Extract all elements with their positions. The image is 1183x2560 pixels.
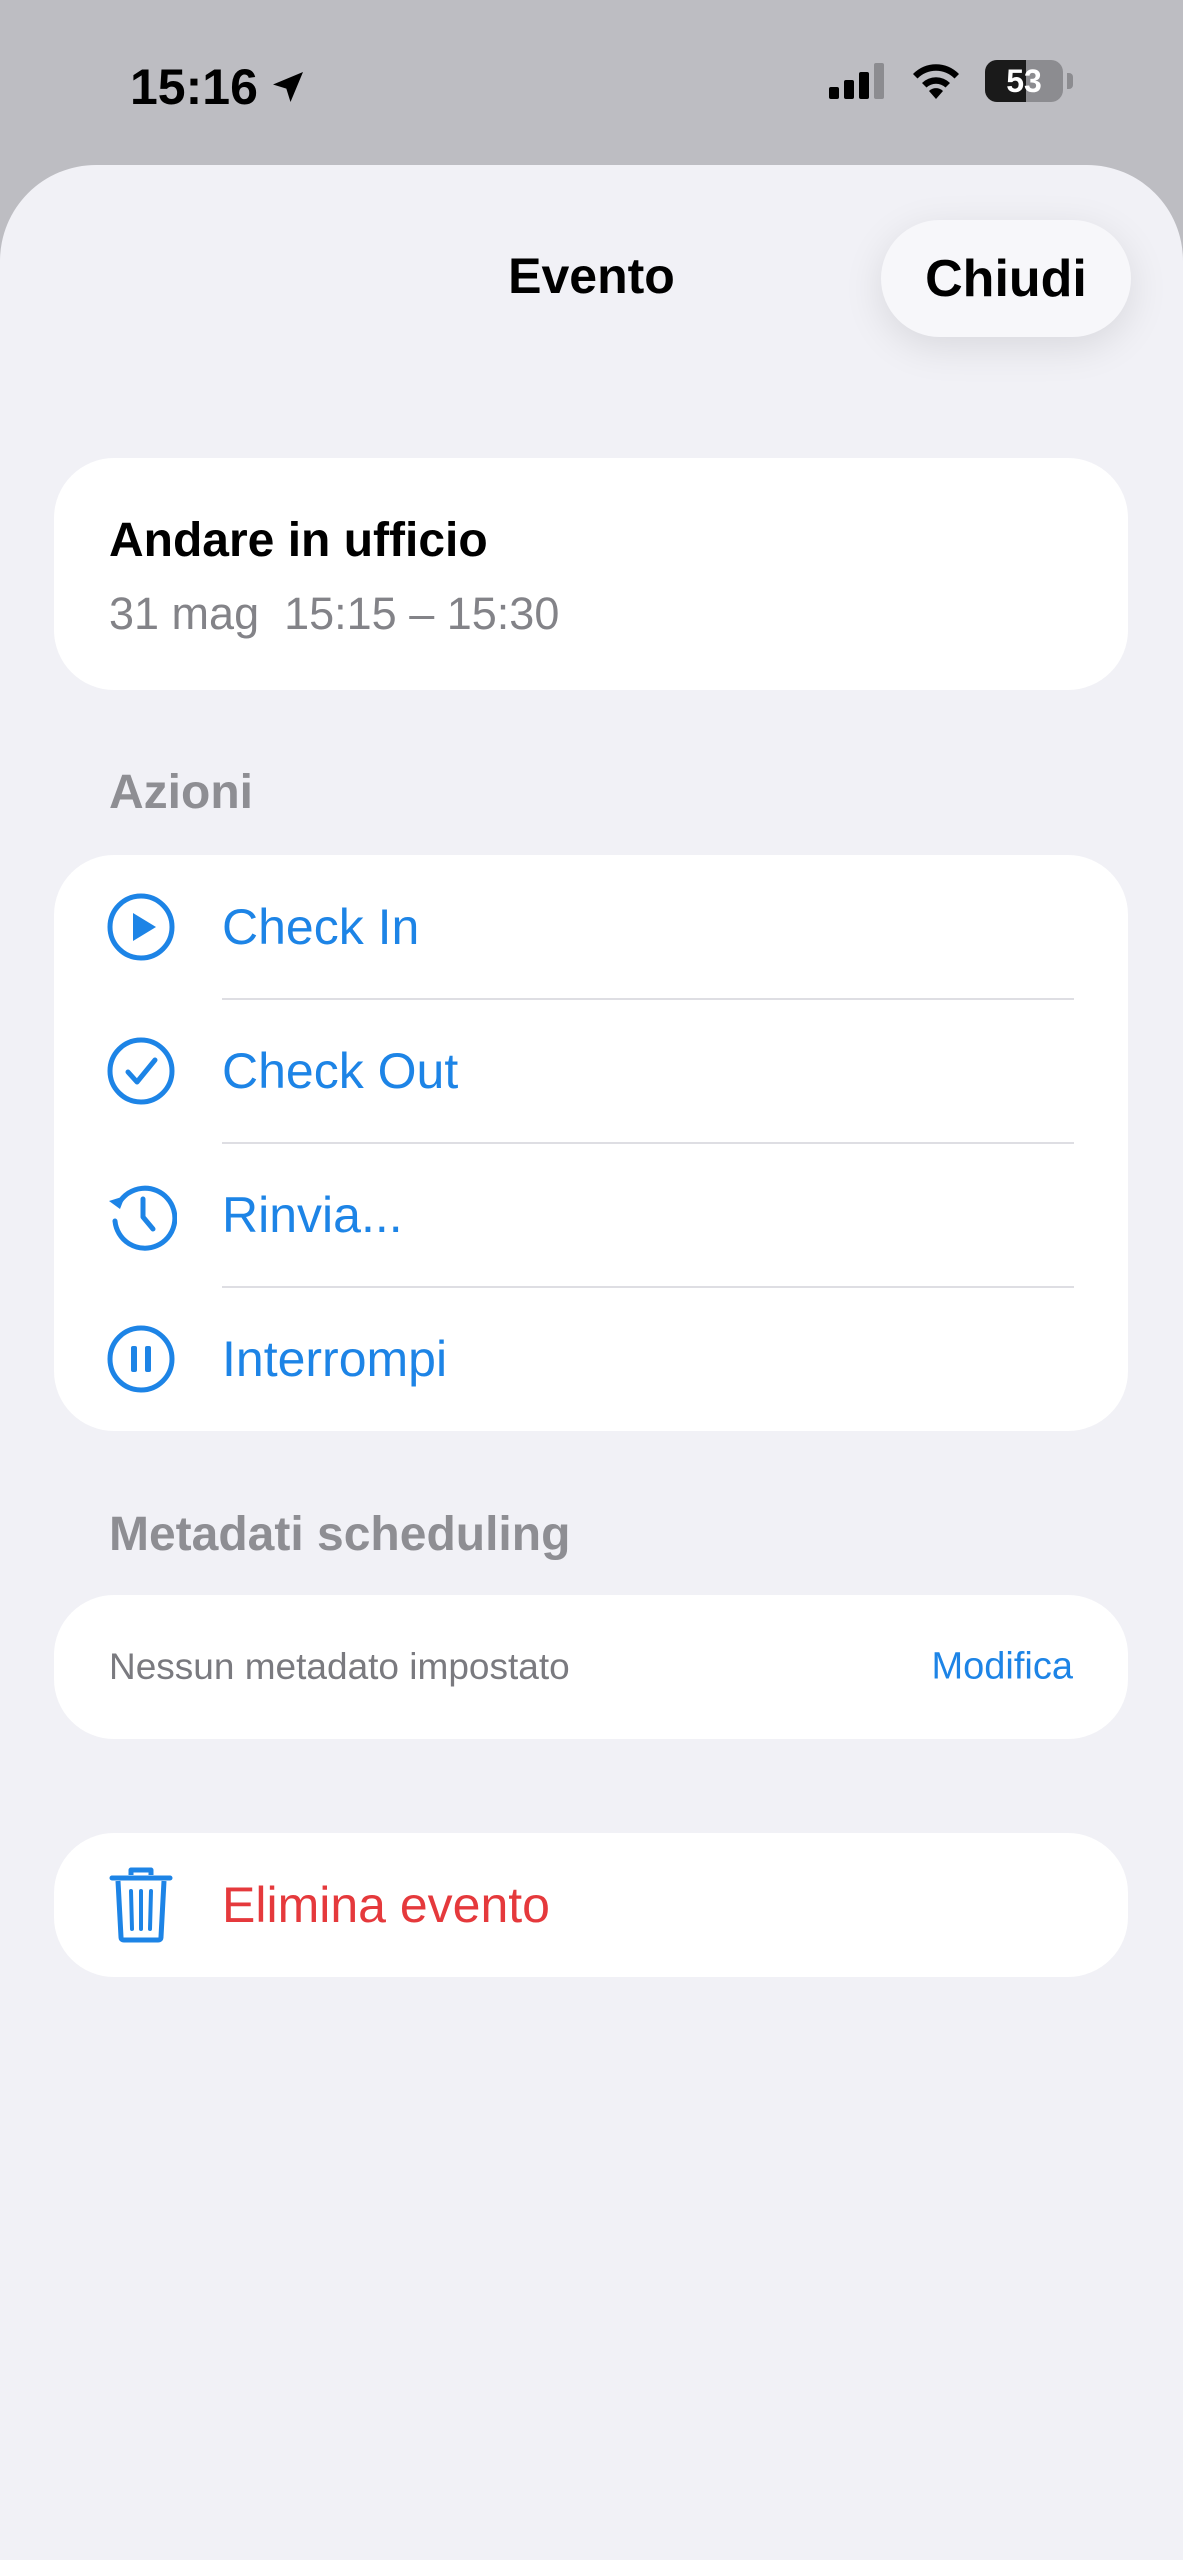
- play-circle-icon: [105, 891, 177, 963]
- delete-event-button[interactable]: Elimina evento: [54, 1833, 1128, 1977]
- status-bar: 15:16 53: [0, 0, 1183, 165]
- edit-metadata-button[interactable]: Modifica: [932, 1646, 1074, 1689]
- clock-text: 15:16: [130, 59, 258, 115]
- event-time: 31 mag 15:15 – 15:30: [109, 588, 560, 639]
- status-indicators: 53: [829, 60, 1073, 102]
- check-out-label: Check Out: [222, 1043, 459, 1099]
- metadata-empty-text: Nessun metadato impostato: [109, 1646, 570, 1687]
- metadata-card: Nessun metadato impostato Modifica: [54, 1595, 1128, 1739]
- status-time: 15:16: [130, 58, 308, 116]
- delete-event-label: Elimina evento: [222, 1877, 550, 1933]
- interrupt-label: Interrompi: [222, 1331, 448, 1387]
- wifi-icon: [913, 64, 959, 99]
- clock-history-icon: [105, 1179, 177, 1251]
- location-arrow-icon: [272, 72, 303, 102]
- metadata-header: Metadati scheduling: [109, 1508, 571, 1561]
- interrupt-button[interactable]: Interrompi: [54, 1287, 1128, 1431]
- battery-level: 53: [1006, 62, 1042, 99]
- signal-icon: [829, 63, 884, 99]
- battery-tip: [1067, 73, 1073, 89]
- actions-card: Check In Check Out Rinvia... Interrompi: [54, 855, 1128, 1431]
- pause-circle-icon: [105, 1323, 177, 1395]
- check-in-button[interactable]: Check In: [54, 855, 1128, 999]
- trash-icon: [105, 1867, 177, 1943]
- close-button[interactable]: Chiudi: [881, 220, 1131, 337]
- event-sheet: Evento Chiudi Andare in ufficio 31 mag 1…: [0, 165, 1183, 2560]
- check-in-label: Check In: [222, 899, 420, 955]
- actions-header: Azioni: [109, 766, 253, 819]
- check-out-button[interactable]: Check Out: [54, 999, 1128, 1143]
- checkmark-circle-icon: [105, 1035, 177, 1107]
- postpone-button[interactable]: Rinvia...: [54, 1143, 1128, 1287]
- postpone-label: Rinvia...: [222, 1187, 403, 1243]
- event-card: Andare in ufficio 31 mag 15:15 – 15:30: [54, 458, 1128, 690]
- event-title: Andare in ufficio: [109, 514, 488, 567]
- battery-icon: 53: [985, 60, 1063, 102]
